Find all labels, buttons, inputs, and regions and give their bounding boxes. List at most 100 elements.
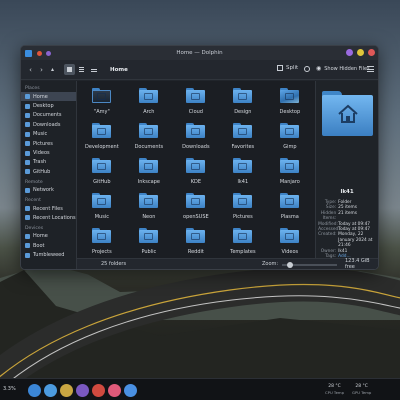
folder-icon: [139, 228, 159, 244]
folder-item[interactable]: GitHub: [79, 156, 125, 191]
folder-item[interactable]: Projects: [79, 226, 125, 261]
file-grid: "Amy" Arch Cloud Design Desktop Development Do…: [79, 86, 315, 261]
forward-button[interactable]: ›: [36, 66, 47, 74]
search-icon[interactable]: [304, 66, 310, 72]
show-hidden-files-button[interactable]: ◉ Show Hidden Files: [316, 65, 370, 72]
folder-item[interactable]: lk41: [220, 156, 266, 191]
taskbar-app-icon[interactable]: [28, 384, 41, 397]
zoom-label: Zoom:: [262, 261, 279, 267]
toolbar: ‹ › ▴ Home Split ◉ Show Hidden Files: [21, 60, 378, 80]
folder-item[interactable]: Gimp: [267, 121, 313, 156]
zoom-slider-handle[interactable]: [286, 262, 293, 268]
folder-name: Inkscape: [137, 179, 160, 185]
folder-icon: [92, 88, 112, 104]
folder-item[interactable]: Inkscape: [126, 156, 172, 191]
place-icon: [25, 94, 30, 100]
taskbar-app-icon[interactable]: [108, 384, 121, 397]
sidebar-item-documents[interactable]: Documents: [21, 111, 76, 120]
folder-name: Videos: [281, 249, 299, 255]
sidebar-item-label: Videos: [33, 150, 50, 157]
folder-icon: [186, 193, 206, 209]
folder-item[interactable]: KDE: [173, 156, 219, 191]
folder-icon: [233, 193, 253, 209]
folder-item[interactable]: "Amy": [79, 86, 125, 121]
place-icon: [25, 103, 30, 109]
places-sidebar: Places Home Desktop Documents Downloads Music…: [21, 81, 77, 269]
folder-icon: [233, 123, 253, 139]
free-space[interactable]: 123.4 GiB free: [345, 258, 378, 269]
folder-item[interactable]: Development: [79, 121, 125, 156]
folder-item[interactable]: Desktop: [267, 86, 313, 121]
file-view[interactable]: "Amy" Arch Cloud Design Desktop Development Do…: [76, 81, 316, 269]
sidebar-item-recent-files[interactable]: Recent Files: [21, 204, 76, 213]
folder-item[interactable]: Reddit: [173, 226, 219, 261]
taskbar-app-icon[interactable]: [124, 384, 137, 397]
sidebar-item-network[interactable]: Network: [21, 186, 76, 195]
details-view-button[interactable]: [88, 64, 99, 75]
taskbar-app-icon[interactable]: [76, 384, 89, 397]
folder-name: lk41: [237, 179, 249, 185]
folder-icon: [233, 88, 253, 104]
folder-item[interactable]: Downloads: [173, 121, 219, 156]
hamburger-menu-icon[interactable]: [367, 66, 374, 72]
folder-name: openSUSE: [183, 214, 209, 220]
cpu-temp-label: CPU Temp: [325, 390, 345, 395]
taskbar-app-icon[interactable]: [92, 384, 105, 397]
sidebar-item-tumbleweed[interactable]: Tumbleweed: [21, 250, 76, 259]
sidebar-section-title: Places: [25, 86, 40, 91]
folder-icon: [280, 193, 300, 209]
sidebar-item-boot[interactable]: Boot: [21, 241, 76, 250]
sidebar-item-videos[interactable]: Videos: [21, 148, 76, 157]
close-button[interactable]: [368, 49, 375, 56]
folder-item[interactable]: Cloud: [173, 86, 219, 121]
breadcrumb[interactable]: Home: [110, 67, 128, 73]
folder-item[interactable]: openSUSE: [173, 191, 219, 226]
sidebar-item-pictures[interactable]: Pictures: [21, 139, 76, 148]
sidebar-item-desktop[interactable]: Desktop: [21, 101, 76, 110]
folder-item[interactable]: Pictures: [220, 191, 266, 226]
folder-item[interactable]: Templates: [220, 226, 266, 261]
icons-view-button[interactable]: [64, 64, 75, 75]
sidebar-item-recent-locations[interactable]: Recent Locations: [21, 213, 76, 222]
place-icon: [25, 122, 30, 128]
sidebar-item-label: Pictures: [33, 140, 53, 147]
minimize-button[interactable]: [346, 49, 353, 56]
sidebar-item-home[interactable]: Home: [21, 92, 76, 102]
folder-item[interactable]: Manjaro: [267, 156, 313, 191]
split-button[interactable]: Split: [277, 65, 298, 71]
folder-name: Gimp: [283, 144, 297, 150]
sidebar-item-label: Music: [33, 131, 48, 138]
folder-item[interactable]: Favorites: [220, 121, 266, 156]
sidebar-item-trash[interactable]: Trash: [21, 158, 76, 167]
maximize-button[interactable]: [357, 49, 364, 56]
property-value: 21 items: [338, 210, 357, 216]
sidebar-item-music[interactable]: Music: [21, 130, 76, 139]
back-button[interactable]: ‹: [25, 66, 36, 74]
folder-icon: [139, 88, 159, 104]
compact-view-button[interactable]: [76, 64, 87, 75]
sidebar-section-title: Remote: [25, 179, 43, 185]
sidebar-item-github[interactable]: GitHub: [21, 167, 76, 176]
folder-item[interactable]: Design: [220, 86, 266, 121]
up-button[interactable]: ▴: [47, 66, 58, 73]
folder-icon: [186, 123, 206, 139]
folder-item[interactable]: Plasma: [267, 191, 313, 226]
sidebar-item-downloads[interactable]: Downloads: [21, 120, 76, 129]
folder-item[interactable]: Public: [126, 226, 172, 261]
taskbar-app-icon[interactable]: [60, 384, 73, 397]
folder-item[interactable]: Music: [79, 191, 125, 226]
taskbar-app-icon[interactable]: [44, 384, 57, 397]
folder-item[interactable]: Videos: [267, 226, 313, 261]
folder-item[interactable]: Arch: [126, 86, 172, 121]
folder-icon: [280, 88, 300, 104]
list-icon: [90, 69, 97, 70]
folder-icon: [186, 158, 206, 174]
taskbar: 3.3% 28 °C CPU Temp 28 °C GPU Temp: [0, 378, 400, 400]
folder-name: Development: [85, 144, 119, 150]
title-bar[interactable]: Home — Dolphin: [21, 46, 378, 60]
folder-icon: [139, 123, 159, 139]
folder-icon: [92, 123, 112, 139]
folder-item[interactable]: Neon: [126, 191, 172, 226]
folder-item[interactable]: Documents: [126, 121, 172, 156]
sidebar-item-home[interactable]: Home: [21, 232, 76, 241]
